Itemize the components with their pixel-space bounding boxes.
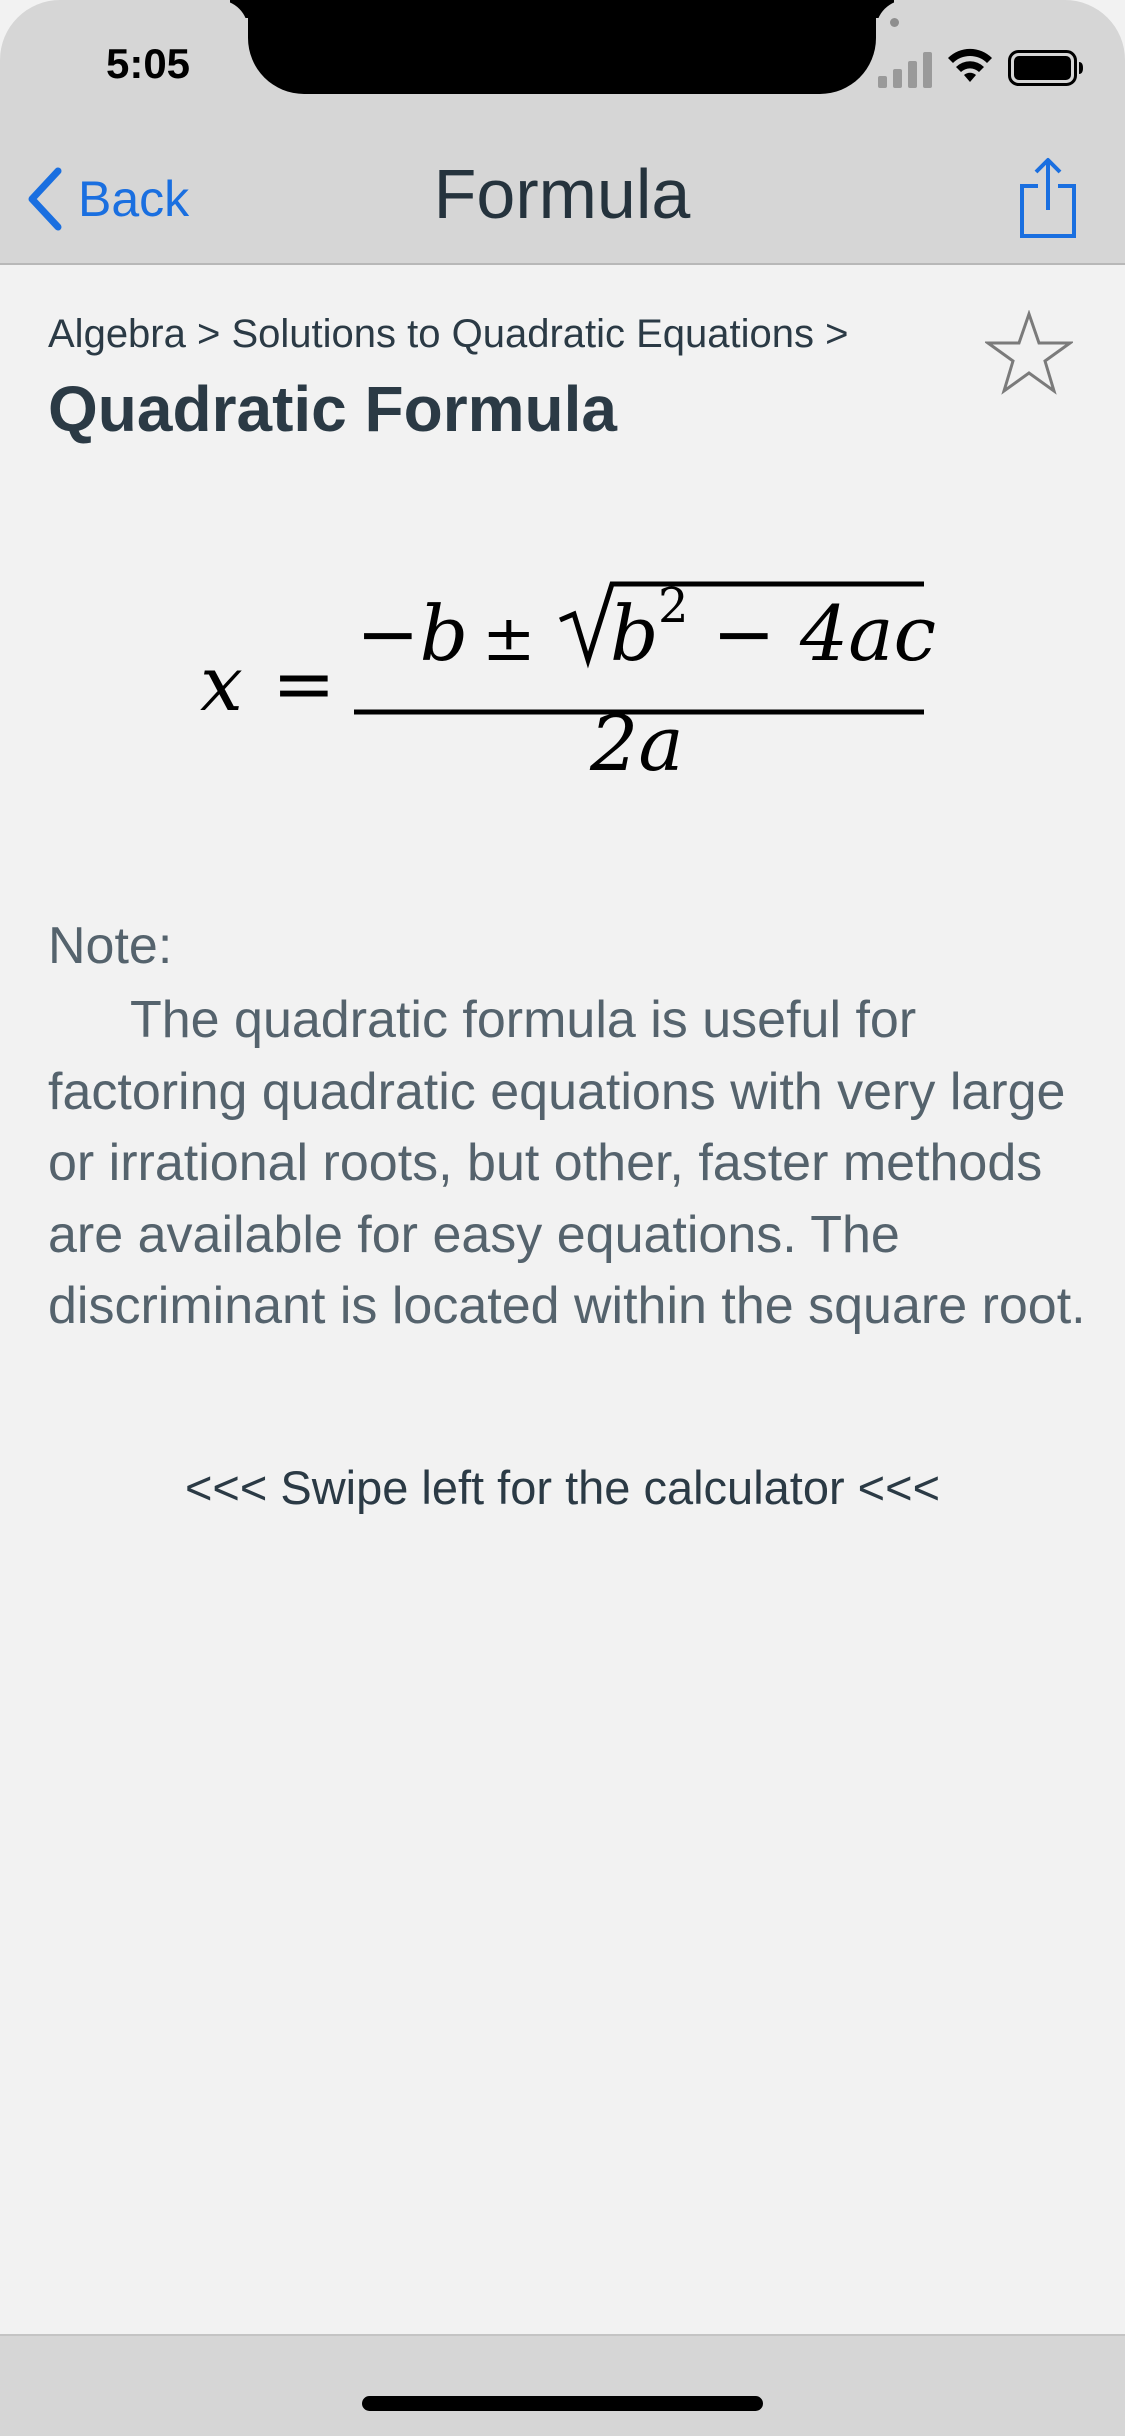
formula-equals: = (272, 639, 336, 728)
cellular-signal-icon (878, 52, 932, 88)
nav-title: Formula (433, 155, 691, 233)
chevron-left-icon (28, 167, 62, 231)
back-label: Back (78, 171, 190, 227)
bottom-bar (0, 2334, 1125, 2436)
formula-minus-b: −b (356, 589, 468, 678)
page-title: Quadratic Formula (48, 373, 617, 445)
breadcrumb[interactable]: Algebra > Solutions to Quadratic Equatio… (48, 312, 849, 357)
share-icon[interactable] (1016, 156, 1080, 240)
formula-plus-minus: ± (482, 602, 536, 676)
note-text: The quadratic formula is useful for fact… (48, 991, 1086, 1335)
battery-icon (1008, 50, 1083, 86)
swipe-hint: <<< Swipe left for the calculator <<< (184, 1461, 941, 1514)
formula-lhs: x (200, 639, 243, 728)
formula-radicand-b: b (610, 589, 659, 678)
quadratic-formula: x = −b ± b 2 − 4ac 2a (200, 578, 936, 788)
device-screen: 5:05 Back Formula Algebra > Solutions to… (0, 0, 1125, 2436)
wifi-icon (948, 48, 992, 82)
device-notch (248, 0, 876, 94)
star-outline-icon[interactable] (985, 310, 1073, 396)
formula-radicand-rest: − 4ac (712, 589, 936, 678)
camera-dot (890, 18, 899, 27)
note-label: Note: (48, 917, 173, 975)
status-time: 5:05 (105, 40, 191, 87)
home-indicator[interactable] (362, 2396, 763, 2411)
back-button[interactable]: Back (24, 160, 189, 238)
